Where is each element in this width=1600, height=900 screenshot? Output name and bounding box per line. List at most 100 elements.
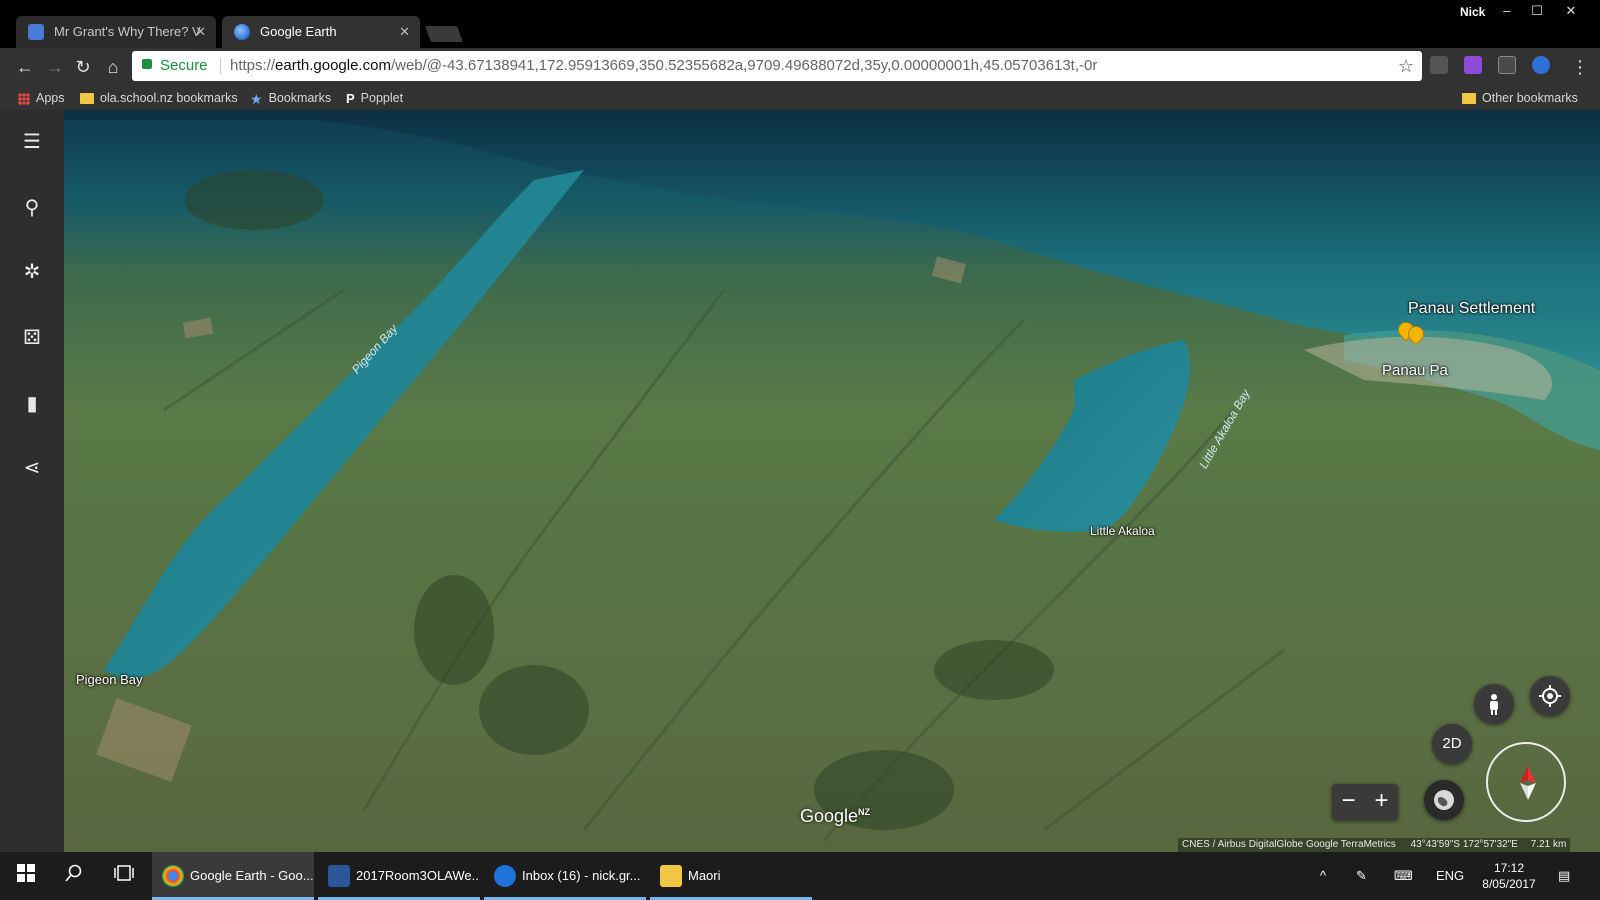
label-little-akaloa[interactable]: Little Akaloa xyxy=(1090,524,1155,538)
input-language[interactable]: ENG xyxy=(1436,866,1464,886)
label-panau-settlement[interactable]: Panau Settlement xyxy=(1408,300,1535,318)
bookmark-bookmarks[interactable]: ★ Bookmarks xyxy=(250,86,331,110)
touch-keyboard-icon[interactable]: ⌨ xyxy=(1394,866,1413,886)
voyager-icon[interactable]: ✲ xyxy=(20,260,44,284)
bookmark-apps[interactable]: Apps xyxy=(18,86,65,110)
compass-icon[interactable] xyxy=(1486,742,1566,822)
share-icon[interactable]: ⋖ xyxy=(20,456,44,480)
tab-title: Mr Grant's Why There? V xyxy=(54,24,201,39)
cast-icon[interactable] xyxy=(1498,56,1516,74)
folder-icon xyxy=(80,93,94,105)
search-icon[interactable]: ⚲ xyxy=(20,196,44,220)
feeling-lucky-dice-icon[interactable]: ⚄ xyxy=(20,326,44,350)
tab-close-icon[interactable]: ✕ xyxy=(195,16,206,48)
address-bar[interactable]: Secure https://earth.google.com/web/@-43… xyxy=(132,51,1422,81)
globe-view-icon[interactable] xyxy=(1424,780,1464,820)
star-icon: ★ xyxy=(250,90,263,107)
taskbar-item-explorer-maori[interactable]: Maori xyxy=(650,852,812,900)
globe-glyph xyxy=(1434,790,1454,810)
forward-button[interactable]: → xyxy=(42,54,68,80)
bookmark-ola-school[interactable]: ola.school.nz bookmarks xyxy=(80,86,238,110)
earth-3d-viewport[interactable]: Pigeon Bay Little Akaloa Bay Panau Settl… xyxy=(64,110,1600,852)
task-view-icon[interactable] xyxy=(112,864,136,888)
label-pigeon-bay[interactable]: Pigeon Bay xyxy=(76,672,143,687)
folder-icon xyxy=(1462,93,1476,105)
bookmarks-bar: Apps ola.school.nz bookmarks ★ Bookmarks … xyxy=(0,86,1600,110)
lock-icon xyxy=(142,59,152,69)
windows-taskbar: Google Earth - Goo... 2017Room3OLAWe... … xyxy=(0,852,1600,900)
earth-side-rail: ☰ ⚲ ✲ ⚄ ▮ ⋖ xyxy=(0,110,64,852)
zoom-in-button[interactable]: + xyxy=(1365,784,1398,820)
google-earth-favicon-icon xyxy=(234,24,250,40)
my-location-icon[interactable] xyxy=(1530,676,1570,716)
bookmark-popplet[interactable]: P Popplet xyxy=(346,86,403,110)
docs-favicon-icon xyxy=(28,24,44,40)
search-icon[interactable] xyxy=(62,864,86,888)
bookmark-label: ola.school.nz bookmarks xyxy=(100,91,238,105)
new-tab-button[interactable] xyxy=(425,26,463,42)
bookmark-label: Popplet xyxy=(360,91,404,105)
url-text[interactable]: https://earth.google.com/web/@-43.671389… xyxy=(230,51,1097,81)
label-panau-pa[interactable]: Panau Pa xyxy=(1382,362,1448,379)
action-center-icon[interactable]: ▤ xyxy=(1558,866,1570,886)
google-logo: GoogleNZ xyxy=(800,806,870,827)
url-host: earth.google.com xyxy=(275,57,391,74)
bookmark-label: Other bookmarks xyxy=(1482,91,1578,105)
imagery-credits[interactable]: CNES / Airbus DigitalGlobe Google TerraM… xyxy=(1182,839,1396,850)
cursor-coordinates: 43°43'59"S 172°57'32"E xyxy=(1410,839,1518,850)
taskbar-item-label: Maori xyxy=(688,868,721,883)
minimize-button[interactable]: – xyxy=(1492,0,1522,22)
file-explorer-icon xyxy=(660,865,682,887)
target-glyph xyxy=(1539,685,1561,707)
back-button[interactable]: ← xyxy=(12,54,38,80)
other-bookmarks[interactable]: Other bookmarks xyxy=(1462,86,1578,110)
windows-start-icon[interactable] xyxy=(14,864,38,888)
magnifier-glyph xyxy=(65,864,82,882)
attribution-bar: CNES / Airbus DigitalGlobe Google TerraM… xyxy=(1178,838,1571,852)
logo-text: Google xyxy=(800,806,859,826)
tab-google-earth[interactable]: Google Earth ✕ xyxy=(222,16,420,48)
clock-time: 17:12 xyxy=(1493,861,1525,875)
url-scheme: https:// xyxy=(230,57,276,74)
edge-icon xyxy=(494,865,516,887)
system-clock[interactable]: 17:12 8/05/2017 xyxy=(1474,860,1544,892)
maximize-button[interactable]: ☐ xyxy=(1522,0,1552,22)
profile-button[interactable]: Nick xyxy=(1452,2,1493,22)
clock-date: 8/05/2017 xyxy=(1482,877,1536,891)
toggle-2d-button[interactable]: 2D xyxy=(1432,724,1472,764)
task-view-glyph xyxy=(114,865,134,881)
show-hidden-icons-icon[interactable]: ^ xyxy=(1320,866,1326,886)
extension-icon[interactable] xyxy=(1430,56,1448,74)
taskbar-item-label: Inbox (16) - nick.gr... xyxy=(522,868,641,883)
taskbar-item-word[interactable]: 2017Room3OLAWe... xyxy=(318,852,480,900)
taskbar-item-label: 2017Room3OLAWe... xyxy=(356,868,480,883)
windows-logo xyxy=(17,864,35,882)
terrain-imagery xyxy=(64,110,1600,841)
url-path: /web/@-43.67138941,172.95913669,350.5235… xyxy=(390,57,1098,74)
taskbar-item-edge-inbox[interactable]: Inbox (16) - nick.gr... xyxy=(484,852,646,900)
chrome-menu-icon[interactable]: ⋮ xyxy=(1570,54,1590,80)
zoom-controls: − + xyxy=(1332,784,1398,820)
bookmark-star-icon[interactable]: ☆ xyxy=(1398,51,1414,81)
reload-button[interactable]: ↻ xyxy=(70,54,96,80)
tab-close-icon[interactable]: ✕ xyxy=(399,16,410,48)
menu-icon[interactable]: ☰ xyxy=(20,130,44,154)
taskbar-item-google-earth[interactable]: Google Earth - Goo... xyxy=(152,852,314,900)
screen: Mr Grant's Why There? V ✕ Google Earth ✕… xyxy=(0,0,1600,900)
popplet-icon: P xyxy=(346,90,355,106)
browser-titlebar: Mr Grant's Why There? V ✕ Google Earth ✕… xyxy=(0,0,1600,48)
bookmark-icon[interactable]: ▮ xyxy=(20,392,44,416)
browser-toolbar: ← → ↻ ⌂ Secure https://earth.google.com/… xyxy=(0,48,1600,86)
zoom-out-button[interactable]: − xyxy=(1332,784,1365,820)
tab-title: Google Earth xyxy=(260,24,337,39)
pen-workspace-icon[interactable]: ✎ xyxy=(1356,866,1367,886)
extension-shield-icon[interactable] xyxy=(1532,56,1550,74)
apps-grid-icon xyxy=(18,92,30,105)
extension-icon[interactable] xyxy=(1464,56,1482,74)
tab-mr-grants-why-there[interactable]: Mr Grant's Why There? V ✕ xyxy=(16,16,216,48)
pegman-icon[interactable] xyxy=(1474,684,1514,724)
home-button[interactable]: ⌂ xyxy=(100,54,126,80)
bookmark-label: Apps xyxy=(36,91,65,105)
close-window-button[interactable]: ✕ xyxy=(1556,0,1586,22)
taskbar-item-label: Google Earth - Goo... xyxy=(190,868,314,883)
